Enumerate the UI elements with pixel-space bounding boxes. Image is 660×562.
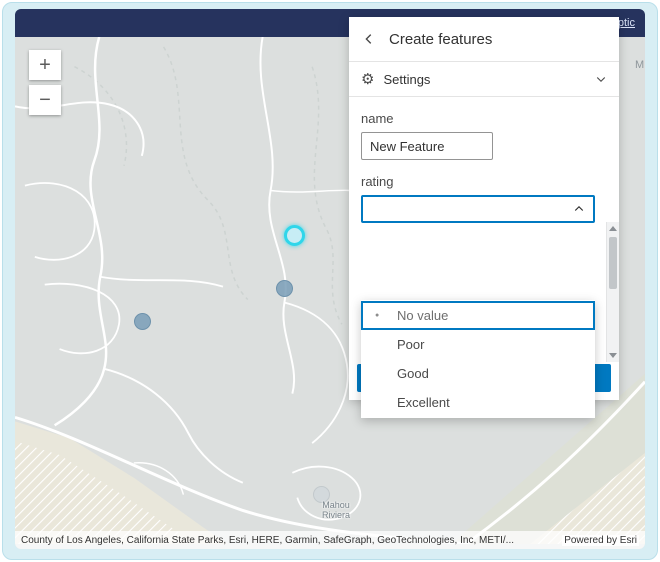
rating-field-label: rating bbox=[361, 174, 595, 189]
dropdown-option-good[interactable]: Good bbox=[361, 359, 595, 388]
powered-by-esri: Powered by Esri bbox=[562, 535, 639, 546]
scroll-down-arrow-icon[interactable] bbox=[607, 349, 619, 362]
gear-icon: ⚙ bbox=[361, 72, 374, 87]
app-frame: GeoBlazor by dymaptic bbox=[2, 2, 658, 560]
chevron-up-icon bbox=[573, 203, 585, 215]
zoom-out-button[interactable]: − bbox=[29, 85, 61, 115]
panel-title: Create features bbox=[389, 31, 492, 48]
attribution-bar: County of Los Angeles, California State … bbox=[15, 531, 645, 549]
dropdown-option-excellent[interactable]: Excellent bbox=[361, 388, 595, 417]
attribution-text: County of Los Angeles, California State … bbox=[21, 535, 552, 546]
selected-feature-marker[interactable] bbox=[284, 225, 305, 246]
panel-scrollbar[interactable] bbox=[606, 222, 619, 362]
place-label: Mahou Riviera bbox=[301, 500, 371, 520]
name-input[interactable] bbox=[361, 132, 493, 160]
zoom-control: + − bbox=[29, 50, 61, 120]
feature-form: name rating ● No value Poor Good bbox=[349, 97, 619, 364]
dropdown-option-poor[interactable]: Poor bbox=[361, 330, 595, 359]
feature-marker[interactable] bbox=[134, 313, 151, 330]
settings-label: Settings bbox=[383, 72, 430, 87]
zoom-in-button[interactable]: + bbox=[29, 50, 61, 80]
edge-map-label: M bbox=[635, 59, 644, 71]
create-features-panel: Create features ⚙ Settings name rating ● bbox=[349, 17, 619, 400]
scrollbar-thumb[interactable] bbox=[609, 237, 617, 289]
scroll-up-arrow-icon[interactable] bbox=[607, 222, 619, 235]
dropdown-option-no-value[interactable]: ● No value bbox=[361, 301, 595, 330]
back-button[interactable] bbox=[349, 17, 389, 61]
chevron-down-icon bbox=[595, 73, 607, 85]
bullet-icon: ● bbox=[375, 312, 397, 319]
settings-section-toggle[interactable]: ⚙ Settings bbox=[349, 62, 619, 97]
feature-marker[interactable] bbox=[276, 280, 293, 297]
name-field-label: name bbox=[361, 111, 595, 126]
chevron-left-icon bbox=[362, 32, 376, 46]
rating-combobox[interactable] bbox=[361, 195, 595, 223]
panel-header: Create features bbox=[349, 17, 619, 62]
rating-dropdown: ● No value Poor Good Excellent bbox=[361, 300, 595, 418]
